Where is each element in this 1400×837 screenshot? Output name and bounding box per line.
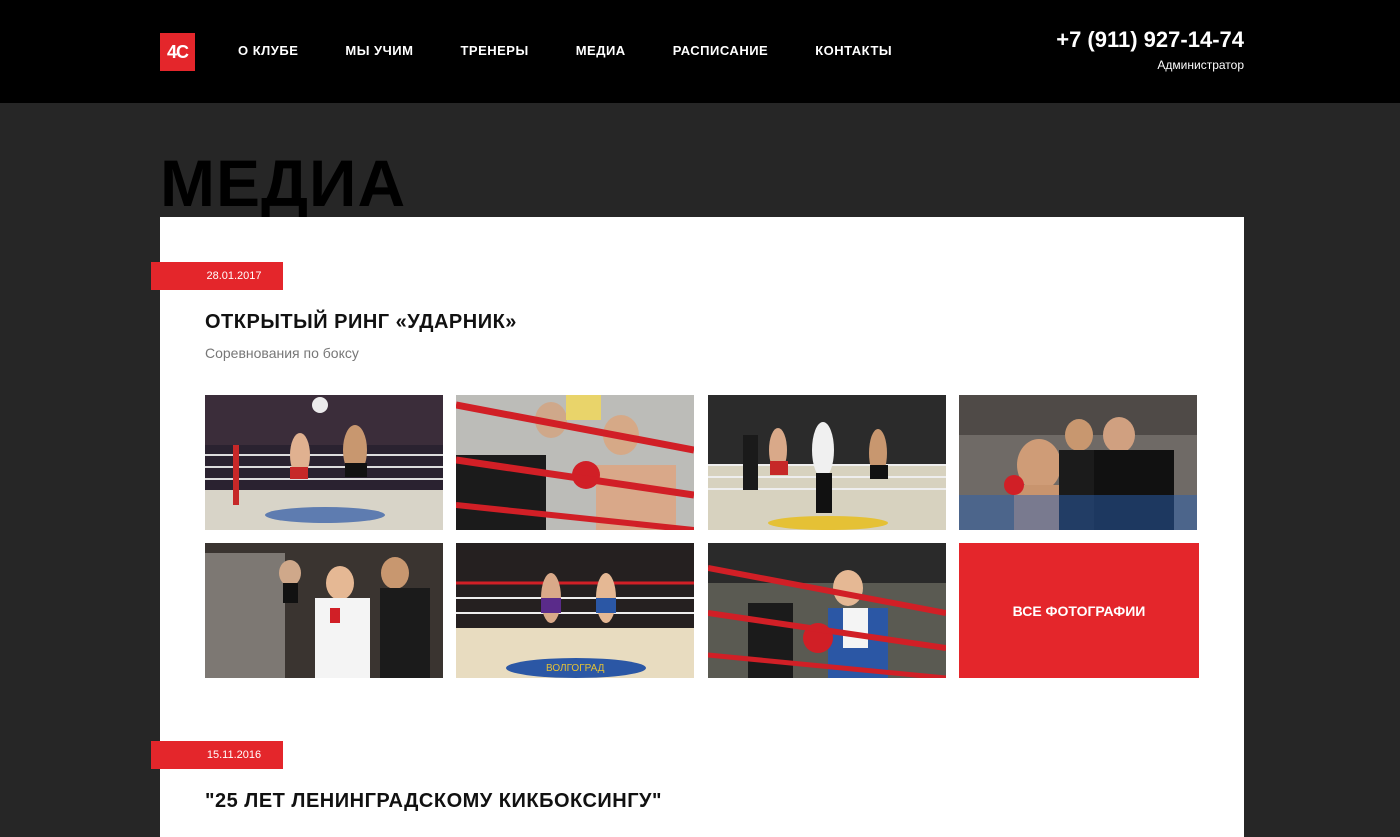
phone-number[interactable]: +7 (911) 927-14-74 [1056,27,1244,53]
nav-item-media[interactable]: МЕДИА [576,43,626,58]
page-title: МЕДИА [160,146,407,220]
event-date-badge: 15.11.2016 [151,741,283,769]
logo-text: 4С [166,41,189,62]
event-title[interactable]: ОТКРЫТЫЙ РИНГ «УДАРНИК» [205,311,517,334]
nav-item-contacts[interactable]: КОНТАКТЫ [815,43,892,58]
nav-item-schedule[interactable]: РАСПИСАНИЕ [673,43,769,58]
site-header: 4С О КЛУБЕ МЫ УЧИМ ТРЕНЕРЫ МЕДИА РАСПИСА… [0,0,1400,103]
svg-text:ВОЛГОГРАД: ВОЛГОГРАД [546,663,605,674]
all-photos-button[interactable]: ВСЕ ФОТОГРАФИИ [959,543,1199,678]
nav-item-trainers[interactable]: ТРЕНЕРЫ [460,43,528,58]
photo-gallery: ВОЛГОГРАД ВСЕ ФОТОГРАФИИ [205,395,1199,678]
phone-label: Администратор [1157,58,1244,72]
gallery-photo[interactable] [456,395,694,530]
event-title[interactable]: "25 ЛЕТ ЛЕНИНГРАДСКОМУ КИКБОКСИНГУ" [205,790,662,813]
gallery-photo[interactable] [708,395,946,530]
gallery-photo[interactable] [205,395,443,530]
event-subtitle: Соревнования по боксу [205,345,359,361]
nav-item-teach[interactable]: МЫ УЧИМ [345,43,413,58]
gallery-photo[interactable] [205,543,443,678]
gallery-photo[interactable] [708,543,946,678]
club-logo[interactable]: 4С [160,33,195,71]
gallery-photo[interactable] [959,395,1197,530]
nav-item-about[interactable]: О КЛУБЕ [238,43,298,58]
event-date-badge: 28.01.2017 [151,262,283,290]
main-nav: О КЛУБЕ МЫ УЧИМ ТРЕНЕРЫ МЕДИА РАСПИСАНИЕ… [238,43,939,58]
gallery-photo[interactable]: ВОЛГОГРАД [456,543,694,678]
